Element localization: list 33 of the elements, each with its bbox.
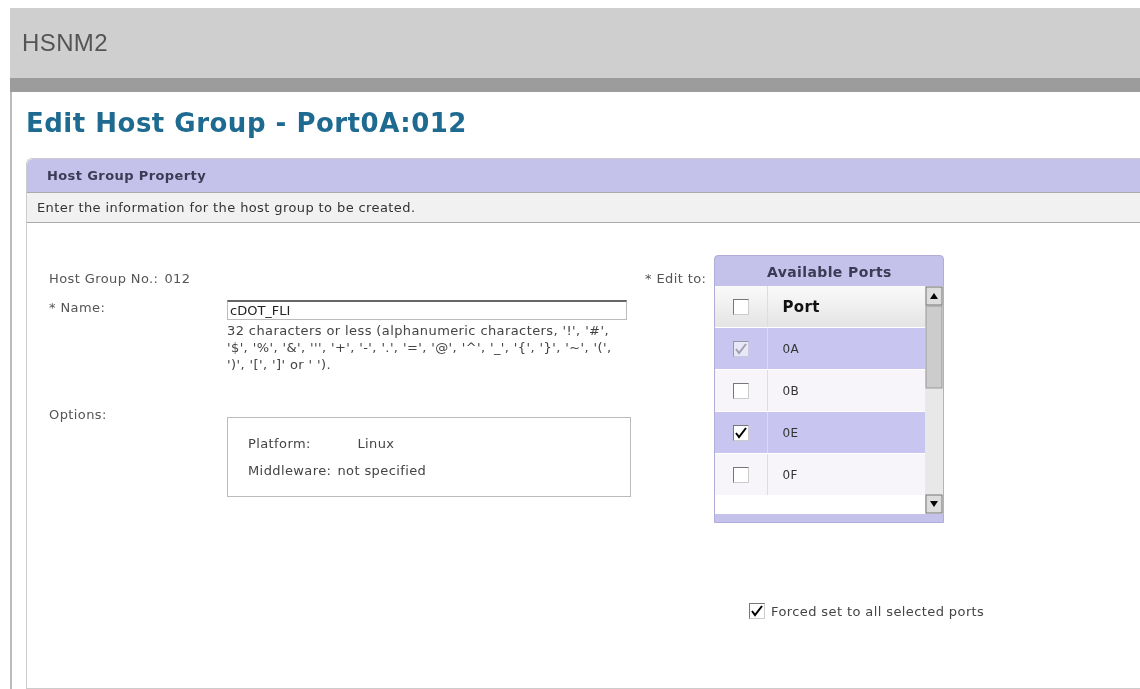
port-row[interactable]: 0F xyxy=(715,454,926,496)
port-checkbox[interactable] xyxy=(733,424,750,441)
option-value: Linux xyxy=(356,436,396,451)
field-label: Host Group No.: xyxy=(49,271,159,286)
hint-text: 32 characters or less (alphanumeric characters, '!', '#', '$', '%', '&', ''', '+', '-', '.', '=', '@', '^', '_', '{', '}', '~', '(', ')', '[', ']' or ' '). xyxy=(227,322,613,373)
option-value: not specified xyxy=(337,463,428,478)
port-name: 0A xyxy=(781,341,800,356)
option-label: Middleware: xyxy=(248,463,332,478)
column-header: Port xyxy=(781,297,820,316)
port-name: 0F xyxy=(781,467,798,482)
scrollbar[interactable] xyxy=(925,286,944,514)
field-label: * Edit to: xyxy=(645,271,707,286)
checkmark-icon xyxy=(751,605,763,617)
port-checkbox[interactable] xyxy=(733,466,750,483)
port-row[interactable]: 0B xyxy=(715,370,926,412)
table-title: Available Ports xyxy=(765,263,893,282)
checkmark-icon xyxy=(735,426,748,439)
field-label: Options: xyxy=(49,407,108,422)
port-checkbox[interactable] xyxy=(733,382,750,399)
app-title: HSNM2 xyxy=(22,29,108,57)
page-title: Edit Host Group - Port0A:012 xyxy=(26,108,467,138)
port-row[interactable]: 0E xyxy=(715,412,926,454)
field-label: * Name: xyxy=(49,300,107,315)
option-label: Platform: xyxy=(248,436,312,451)
port-name: 0E xyxy=(781,425,799,440)
instruction-text: Enter the information for the host group to be created. xyxy=(27,192,1140,223)
forced-checkbox[interactable] xyxy=(749,603,765,619)
port-name: 0B xyxy=(781,383,800,398)
name-field[interactable]: cDOT_FLI xyxy=(227,300,627,320)
panel-title: Host Group Property xyxy=(27,159,1140,192)
checkbox-label: Forced set to all selected ports xyxy=(771,603,985,619)
field-value: 012 xyxy=(164,271,191,286)
select-all-checkbox[interactable] xyxy=(733,298,750,315)
